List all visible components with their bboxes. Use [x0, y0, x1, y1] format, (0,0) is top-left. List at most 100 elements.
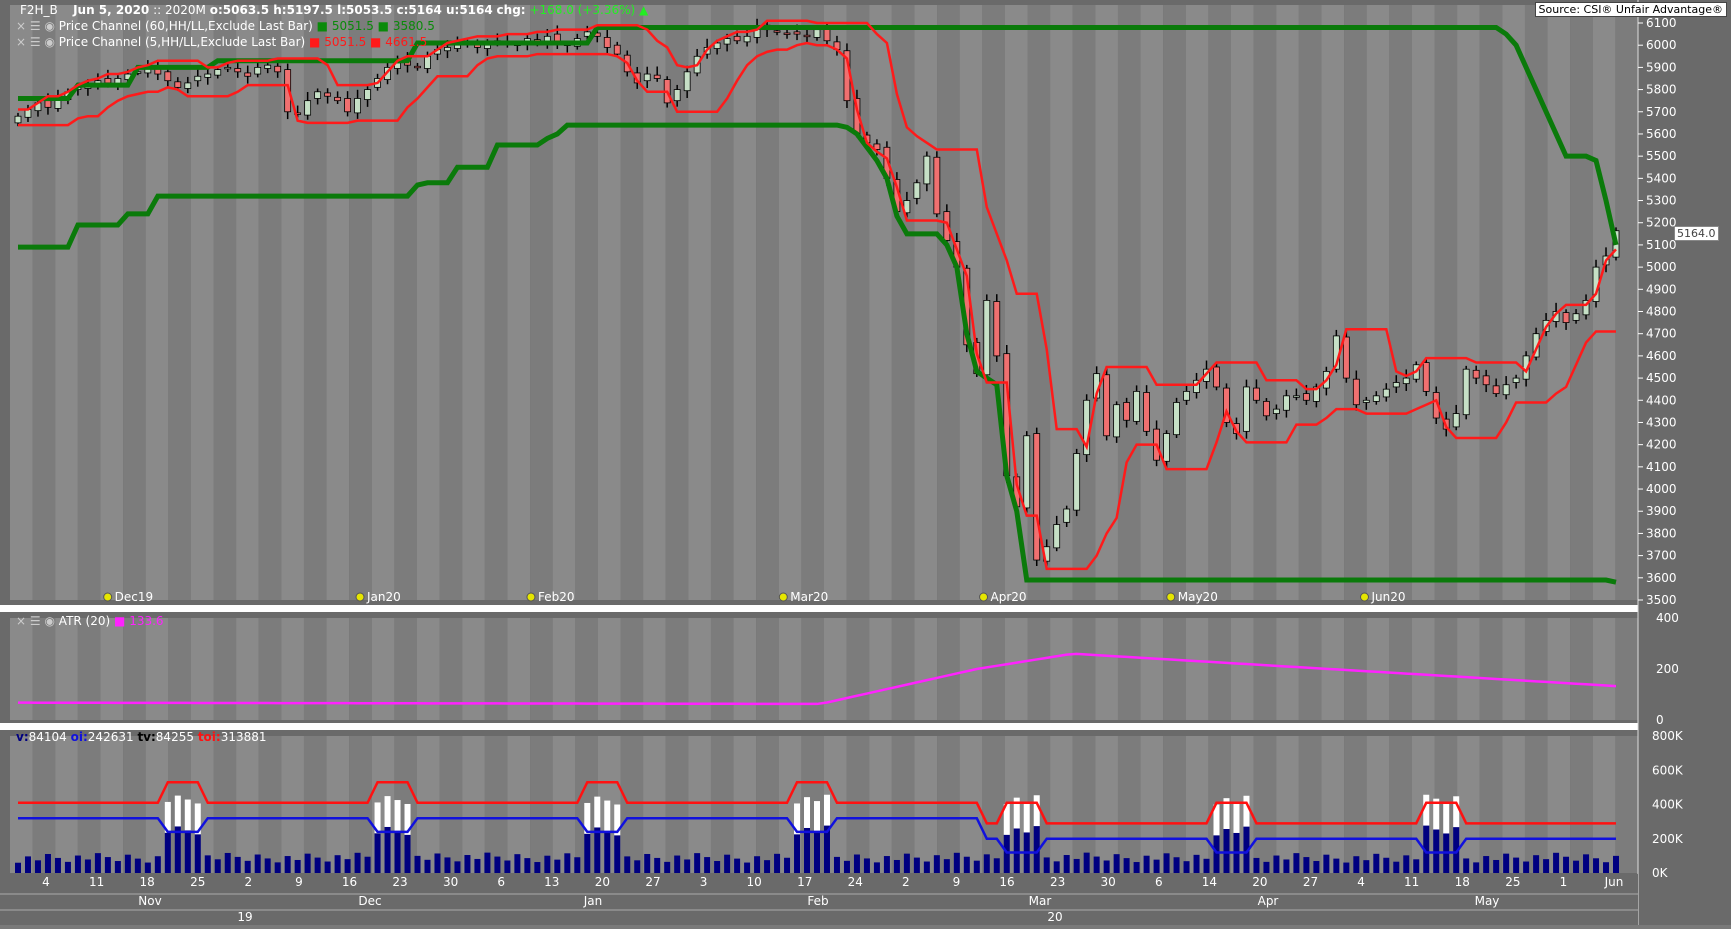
stripe	[32, 736, 56, 873]
stripe	[1140, 736, 1164, 873]
y-tick-label: 5900	[1646, 60, 1677, 74]
x-day-label: 9	[295, 875, 303, 889]
volume-bar	[1583, 854, 1590, 873]
y-tick-label: 4100	[1646, 460, 1677, 474]
eye-icon[interactable]: ◉	[44, 614, 54, 628]
x-day-label: 4	[42, 875, 50, 889]
volume-bar	[794, 834, 801, 873]
volume-bar	[704, 857, 711, 873]
atr-legend[interactable]: × ☰ ◉ ATR (20) ■ 133.6	[16, 614, 164, 628]
volume-bar-white	[1453, 796, 1460, 828]
volume-bar	[394, 830, 401, 873]
volume-bar	[1603, 862, 1610, 873]
volume-bar	[234, 856, 241, 873]
volume-bar	[1573, 860, 1580, 873]
volume-bar	[1353, 856, 1360, 873]
candle-body	[1402, 377, 1410, 385]
volume-bar	[1003, 834, 1010, 873]
x-day-label: 10	[746, 875, 761, 889]
candle-body	[354, 98, 361, 114]
y-tick-label: 4000	[1646, 482, 1677, 496]
volume-bar	[184, 830, 191, 873]
volume-bar	[134, 858, 141, 873]
volume-bar	[104, 857, 111, 873]
stripe	[733, 5, 757, 600]
stripe	[10, 736, 33, 873]
stripe	[1524, 618, 1548, 720]
menu-icon[interactable]: ☰	[30, 19, 41, 33]
volume-bar	[174, 826, 181, 873]
stripe	[1117, 5, 1141, 600]
volume-bar	[1123, 858, 1130, 873]
volume-bar	[454, 861, 461, 873]
volume-bar-white	[1023, 801, 1030, 833]
stripe	[1615, 736, 1638, 873]
stripe	[258, 5, 282, 600]
x-month-label: Feb	[807, 894, 828, 908]
pc5-lower: 4661.5	[385, 35, 428, 49]
pc5-label: Price Channel (5,HH/LL,Exclude Last Bar)	[58, 35, 306, 49]
x-day-label: 17	[797, 875, 812, 889]
volume-bar	[364, 856, 371, 873]
volume-bar	[1163, 853, 1170, 873]
menu-icon[interactable]: ☰	[30, 35, 41, 49]
stripe	[1072, 618, 1096, 720]
stripe	[1027, 618, 1051, 720]
volume-bar	[84, 859, 91, 873]
volume-bar	[684, 859, 691, 873]
volume-bar	[744, 862, 751, 873]
menu-icon[interactable]: ☰	[30, 614, 41, 628]
stripe	[620, 736, 644, 873]
stripe	[1298, 736, 1322, 873]
x-day-label: 16	[999, 875, 1014, 889]
stripe	[1117, 618, 1141, 720]
volume-bar	[694, 853, 701, 873]
stripe	[1479, 736, 1503, 873]
volume-bar	[334, 855, 341, 873]
volume-bar	[1463, 858, 1470, 873]
stripe	[417, 618, 440, 720]
stripe	[1457, 618, 1480, 720]
volume-bar	[634, 860, 641, 873]
volume-bar-white	[1233, 802, 1240, 833]
month-marker-dot	[979, 592, 989, 602]
candle-body	[773, 30, 781, 33]
stripe	[914, 618, 938, 720]
volume-bar	[654, 857, 661, 873]
stripe	[869, 5, 892, 600]
close-icon[interactable]: ×	[16, 614, 26, 628]
close-icon[interactable]: ×	[16, 19, 26, 33]
eye-icon[interactable]: ◉	[44, 35, 54, 49]
stripe	[530, 736, 553, 873]
candle-body	[244, 72, 252, 77]
volume-bar	[1513, 857, 1520, 873]
candle-body	[813, 29, 821, 38]
stripe	[1298, 5, 1322, 600]
candle-body	[933, 156, 941, 215]
candle-body	[304, 100, 312, 116]
pc5-legend[interactable]: × ☰ ◉ Price Channel (5,HH/LL,Exclude Las…	[16, 35, 427, 49]
y-tick-label: 4500	[1646, 371, 1677, 385]
stripe	[937, 736, 960, 873]
volume-bar	[873, 862, 880, 873]
volume-bar	[414, 855, 421, 873]
stripe	[32, 618, 56, 720]
stripe	[1434, 618, 1458, 720]
close-icon[interactable]: ×	[16, 35, 26, 49]
volume-bar	[1533, 855, 1540, 873]
y-tick-label: 5200	[1646, 216, 1677, 230]
volume-bar	[594, 827, 601, 873]
volume-bar	[1223, 828, 1230, 873]
candle-body	[683, 71, 691, 92]
eye-icon[interactable]: ◉	[44, 19, 54, 33]
stripe	[801, 5, 824, 600]
volume-bar	[504, 860, 511, 873]
stripe	[1592, 618, 1616, 720]
volume-legend: v:84104 oi:242631 tv:84255 toi:313881	[16, 730, 267, 744]
pc60-legend[interactable]: × ☰ ◉ Price Channel (60,HH/LL,Exclude La…	[16, 19, 435, 33]
volume-bar	[94, 853, 101, 873]
tv-label: tv:	[137, 730, 156, 744]
candle-body	[1183, 390, 1190, 401]
candle-body	[484, 44, 491, 49]
month-marker-dot	[355, 592, 365, 602]
